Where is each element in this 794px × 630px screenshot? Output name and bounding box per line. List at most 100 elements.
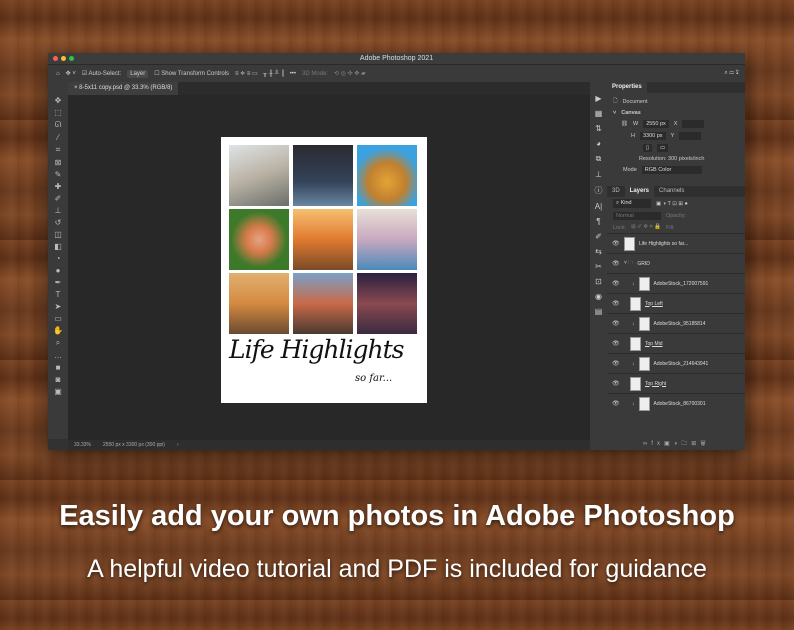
close-button[interactable] xyxy=(53,56,58,61)
crop-tool-icon[interactable]: ⌗ xyxy=(56,145,61,155)
minimize-button[interactable] xyxy=(61,56,66,61)
move-tool-icon[interactable]: ✥ ˅ xyxy=(66,70,76,77)
3d-tool-icons[interactable]: ⟲ ◎ ✣ ✥ ▰ xyxy=(334,70,366,77)
marquee-tool-icon[interactable]: ⬚ xyxy=(54,108,62,117)
brush-tool-icon[interactable]: ✐ xyxy=(55,194,62,203)
window-title: Adobe Photoshop 2021 xyxy=(359,55,434,62)
tab-layers[interactable]: Layers xyxy=(624,186,655,197)
layers-footer-icons[interactable]: ∞fx▣◑🗀⊞🗑 xyxy=(643,439,710,449)
dodge-tool-icon[interactable]: ● xyxy=(56,266,61,275)
info-icon[interactable]: ⓘ xyxy=(595,185,603,196)
eye-icon[interactable]: 👁 xyxy=(612,240,620,247)
auto-select-checkbox[interactable]: ☑ Auto-Select: xyxy=(82,70,121,77)
pen-tool-icon[interactable]: ✒ xyxy=(55,278,62,287)
move-tool-icon[interactable]: ✥ xyxy=(55,96,62,105)
screen-mode-icon[interactable]: ▣ xyxy=(54,387,62,396)
eye-icon[interactable]: 👁 xyxy=(612,380,620,387)
tab-3d[interactable]: 3D xyxy=(607,186,625,197)
healing-tool-icon[interactable]: ✚ xyxy=(55,182,62,191)
zoom-level[interactable]: 33.33% xyxy=(74,440,91,450)
document-canvas[interactable]: Life Highlights so far... xyxy=(221,137,427,403)
canvas-area[interactable]: Life Highlights so far... xyxy=(68,95,590,440)
path-select-icon[interactable]: ➤ xyxy=(55,302,62,311)
tab-properties[interactable]: Properties xyxy=(607,82,647,93)
home-icon[interactable]: ⌂ xyxy=(56,71,60,77)
shapes-icon[interactable]: ◉ xyxy=(595,292,602,301)
play-icon[interactable]: ▶ xyxy=(595,94,601,103)
eye-icon[interactable]: 👁 xyxy=(612,280,620,287)
layer-name: AdobeStock_214643941 xyxy=(653,360,709,367)
character-icon[interactable]: A| xyxy=(595,202,602,211)
shape-tool-icon[interactable]: ▭ xyxy=(54,314,62,323)
libraries-icon[interactable]: ⧉ xyxy=(596,154,602,164)
kind-filter[interactable]: ⌕ Kind xyxy=(613,199,651,208)
actions-icon[interactable]: ▤ xyxy=(595,307,603,316)
photo-friends xyxy=(357,273,417,334)
wand-tool-icon[interactable]: ⁄ xyxy=(57,133,58,142)
portrait-button[interactable]: ▯ xyxy=(643,144,653,152)
layer-row[interactable]: 👁 Life Highlights so far... xyxy=(607,233,745,253)
layer-row[interactable]: 👁 ↓ AdobeStock_95185814 xyxy=(607,313,745,333)
eyedropper-tool-icon[interactable]: ✎ xyxy=(55,170,62,179)
height-label: H xyxy=(631,133,635,139)
hand-tool-icon[interactable]: ✋ xyxy=(53,326,63,335)
tab-channels[interactable]: Channels xyxy=(654,186,689,197)
photo-beach xyxy=(229,273,289,334)
eye-icon[interactable]: 👁 xyxy=(612,320,620,327)
y-field[interactable] xyxy=(679,132,702,140)
layer-thumbnail xyxy=(630,336,641,351)
clip-icon: ↓ xyxy=(632,280,635,287)
eye-icon[interactable]: 👁 xyxy=(612,340,620,347)
align-icons[interactable]: ≡ ≑ ≡ ▭ ╥ ╫ ╨ ║ ••• xyxy=(235,70,296,77)
color-icon[interactable]: ◕ xyxy=(596,139,601,148)
scissors-icon[interactable]: ✂ xyxy=(595,262,602,271)
search-icon[interactable]: ⌕ ▭ ⇪ xyxy=(724,70,745,77)
layer-select[interactable]: Layer xyxy=(127,69,149,78)
layer-group-row[interactable]: 👁 ˅ 🗀 GRID xyxy=(607,253,745,273)
frame-tool-icon[interactable]: ⊠ xyxy=(55,158,62,167)
mode-select[interactable]: RGB Color xyxy=(641,166,702,174)
status-arrow-icon[interactable]: › xyxy=(177,440,179,450)
lasso-tool-icon[interactable]: ᘏ xyxy=(55,120,62,130)
brush-icon[interactable]: ✐ xyxy=(595,232,602,241)
blur-tool-icon[interactable]: ◔ xyxy=(56,254,61,263)
lock-icons[interactable]: ⊠ ✐ ✥ ⌗ 🔒 xyxy=(631,224,661,231)
gradient-tool-icon[interactable]: ◧ xyxy=(54,242,62,251)
color-swatches-icon[interactable]: ■ xyxy=(56,363,61,372)
eye-icon[interactable]: 👁 xyxy=(612,360,620,367)
adjust-icon[interactable]: ⇅ xyxy=(595,124,602,133)
tool-presets-icon[interactable]: ⇆ xyxy=(595,247,602,256)
x-field[interactable] xyxy=(682,120,705,128)
more-tools-icon[interactable]: … xyxy=(54,351,62,360)
swatches-icon[interactable]: ▦ xyxy=(595,109,603,118)
layer-row[interactable]: 👁 Top Right xyxy=(607,373,745,393)
eye-icon[interactable]: 👁 xyxy=(612,300,620,307)
landscape-button[interactable]: ▭ xyxy=(657,144,669,152)
link-icon[interactable]: ⛓ xyxy=(621,121,628,127)
quick-mask-icon[interactable]: ◙ xyxy=(56,375,61,384)
blend-mode-select[interactable]: Normal xyxy=(613,212,661,220)
stamp-tool-icon[interactable]: ⊥ xyxy=(55,206,62,215)
type-tool-icon[interactable]: T xyxy=(56,290,61,299)
eraser-tool-icon[interactable]: ◫ xyxy=(54,230,62,239)
layer-row[interactable]: 👁 ↓ AdobeStock_86700301 xyxy=(607,393,745,413)
layer-row[interactable]: 👁 Top Left xyxy=(607,293,745,313)
width-field[interactable]: 2550 px xyxy=(643,120,669,128)
eye-icon[interactable]: 👁 xyxy=(612,260,620,267)
3d-mode-label: 3D Mode: xyxy=(302,70,329,77)
document-tab[interactable]: × 8-5x11 copy.psd @ 33.3% (RGB/8) xyxy=(68,82,179,95)
filter-icons[interactable]: ▣ ◑ T ⊡ ⊞ ● xyxy=(656,201,688,207)
layer-row[interactable]: 👁 ↓ AdobeStock_172007591 xyxy=(607,273,745,293)
history-brush-icon[interactable]: ↺ xyxy=(55,218,62,227)
height-field[interactable]: 3300 px xyxy=(639,132,666,140)
show-transform-checkbox[interactable]: ☐ Show Transform Controls xyxy=(154,70,229,77)
eye-icon[interactable]: 👁 xyxy=(612,400,620,407)
chevron-down-icon[interactable]: ˅ xyxy=(613,110,616,116)
layer-row[interactable]: 👁 Top Mid xyxy=(607,333,745,353)
zoom-tool-icon[interactable]: ⌕ xyxy=(56,338,60,348)
stamp-icon[interactable]: ⊥ xyxy=(595,170,602,179)
layer-row[interactable]: 👁 ↓ AdobeStock_214643941 xyxy=(607,353,745,373)
history-icon[interactable]: ⊡ xyxy=(595,277,602,286)
maximize-button[interactable] xyxy=(69,56,74,61)
paragraph-icon[interactable]: ¶ xyxy=(596,217,600,226)
